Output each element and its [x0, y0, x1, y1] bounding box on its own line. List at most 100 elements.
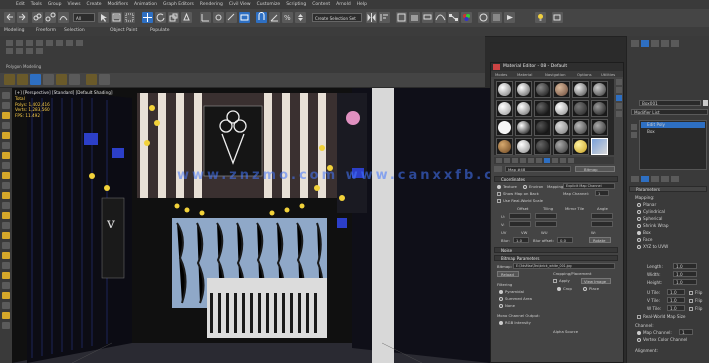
get-material-icon[interactable]: [496, 158, 502, 163]
reset-map-icon[interactable]: [520, 158, 526, 163]
tool-icon[interactable]: [2, 232, 10, 239]
mirror-icon[interactable]: [366, 12, 377, 23]
pin-stack-icon[interactable]: [631, 124, 637, 130]
material-slot[interactable]: [591, 81, 608, 98]
background-icon[interactable]: [616, 95, 622, 101]
apply-checkbox[interactable]: [553, 279, 557, 283]
material-slot[interactable]: [496, 100, 513, 117]
tool-icon[interactable]: [2, 322, 10, 329]
u-flip-checkbox[interactable]: [689, 291, 693, 295]
view-image-button[interactable]: View Image: [581, 278, 611, 284]
motion-tab-icon[interactable]: [661, 40, 669, 47]
pin-stack-toolbar-icon[interactable]: [631, 176, 639, 182]
v-tile-field[interactable]: 1.0: [667, 297, 685, 303]
tool-icon[interactable]: [2, 172, 10, 179]
ribbon-button[interactable]: [26, 40, 33, 46]
tool-icon[interactable]: [2, 102, 10, 109]
menu-modifiers[interactable]: Modifiers: [108, 2, 129, 7]
menu-content[interactable]: Content: [312, 2, 330, 7]
remove-modifier-icon[interactable]: [661, 176, 669, 182]
unlink-icon[interactable]: [45, 12, 56, 23]
link-icon[interactable]: [32, 12, 43, 23]
none-radio[interactable]: [499, 304, 503, 308]
reference-coordinate-icon[interactable]: [200, 12, 211, 23]
show-end-result-icon[interactable]: [631, 132, 637, 138]
tool-icon[interactable]: [2, 182, 10, 189]
menu-group[interactable]: Group: [48, 2, 62, 7]
window-restore-icon[interactable]: [552, 12, 563, 23]
parameters-rollout[interactable]: Parameters: [629, 186, 707, 192]
pivot-center-icon[interactable]: [213, 12, 224, 23]
material-slot[interactable]: [496, 81, 513, 98]
menu-modes[interactable]: Modes: [495, 72, 507, 77]
tool-icon[interactable]: [2, 92, 10, 99]
align-icon[interactable]: [379, 12, 390, 23]
material-slot[interactable]: [534, 100, 551, 117]
select-rotate-icon[interactable]: [155, 12, 166, 23]
undo-icon[interactable]: [4, 12, 15, 23]
select-scale-icon[interactable]: [168, 12, 179, 23]
go-forward-sibling-icon[interactable]: [568, 158, 574, 163]
snaps-toggle-icon[interactable]: [256, 12, 267, 23]
ribbon-button[interactable]: [26, 48, 33, 54]
tool-icon[interactable]: [2, 192, 10, 199]
material-slot[interactable]: [515, 100, 532, 117]
u-angle-field[interactable]: [591, 213, 613, 219]
rendered-frame-window-icon[interactable]: [491, 12, 502, 23]
rgb-intensity-radio[interactable]: [499, 321, 503, 325]
environ-radio[interactable]: [523, 185, 527, 189]
menu-arnold[interactable]: Arnold: [336, 2, 351, 7]
length-field[interactable]: 1.0: [673, 263, 697, 269]
display-lights-icon[interactable]: [30, 74, 41, 85]
place-radio[interactable]: [583, 287, 587, 291]
menu-create[interactable]: Create: [87, 2, 102, 7]
real-world-scale-checkbox[interactable]: [497, 199, 501, 203]
tool-icon[interactable]: [2, 152, 10, 159]
unique-icon[interactable]: [536, 158, 542, 163]
tool-icon[interactable]: [2, 242, 10, 249]
tab-freeform[interactable]: Freeform: [36, 28, 56, 33]
object-name-field[interactable]: Box001: [639, 100, 701, 106]
display-spacewarps-icon[interactable]: [69, 74, 80, 85]
reload-button[interactable]: Reload: [497, 271, 519, 277]
select-object-icon[interactable]: [98, 12, 109, 23]
ribbon-button[interactable]: [16, 48, 23, 54]
select-move-icon[interactable]: [142, 12, 153, 23]
display-geometry-icon[interactable]: [4, 74, 15, 85]
u-offset-field[interactable]: [509, 213, 531, 219]
menu-graph-editors[interactable]: Graph Editors: [163, 2, 194, 7]
shrink-wrap-radio[interactable]: [637, 224, 641, 228]
menu-tools[interactable]: Tools: [31, 2, 42, 7]
material-slot[interactable]: [572, 100, 589, 117]
material-slot[interactable]: [515, 81, 532, 98]
map-channel-field[interactable]: 1: [679, 329, 693, 335]
redo-icon[interactable]: [17, 12, 28, 23]
display-tab-icon[interactable]: [671, 40, 679, 47]
material-slot[interactable]: [572, 119, 589, 136]
percent-snap-icon[interactable]: %: [282, 12, 293, 23]
display-bones-icon[interactable]: [86, 74, 97, 85]
ribbon-button[interactable]: [6, 48, 13, 54]
tool-icon[interactable]: [2, 202, 10, 209]
vertex-color-channel-radio[interactable]: [637, 338, 641, 342]
tool-icon[interactable]: [2, 162, 10, 169]
material-slot-active[interactable]: [591, 138, 608, 155]
ribbon-button[interactable]: [46, 40, 53, 46]
tab-populate[interactable]: Populate: [150, 28, 170, 33]
width-field[interactable]: 1.0: [673, 271, 697, 277]
v-offset-field[interactable]: [509, 221, 531, 227]
object-color-swatch[interactable]: [703, 100, 708, 106]
display-containers-icon[interactable]: [99, 74, 110, 85]
create-tab-icon[interactable]: [631, 40, 639, 47]
rotate-button[interactable]: Rotate: [589, 237, 611, 243]
sample-type-icon[interactable]: [616, 79, 622, 85]
menu-navigation[interactable]: Navigation: [545, 72, 565, 77]
select-manipulate-icon[interactable]: [226, 12, 237, 23]
height-field[interactable]: 1.0: [673, 279, 697, 285]
material-slot[interactable]: [553, 81, 570, 98]
viewport-label[interactable]: [+] [Perspective] [Standard] [Default Sh…: [15, 90, 113, 95]
tool-icon[interactable]: [2, 262, 10, 269]
material-slot[interactable]: [553, 100, 570, 117]
tool-icon[interactable]: [2, 312, 10, 319]
schematic-view-icon[interactable]: [448, 12, 459, 23]
